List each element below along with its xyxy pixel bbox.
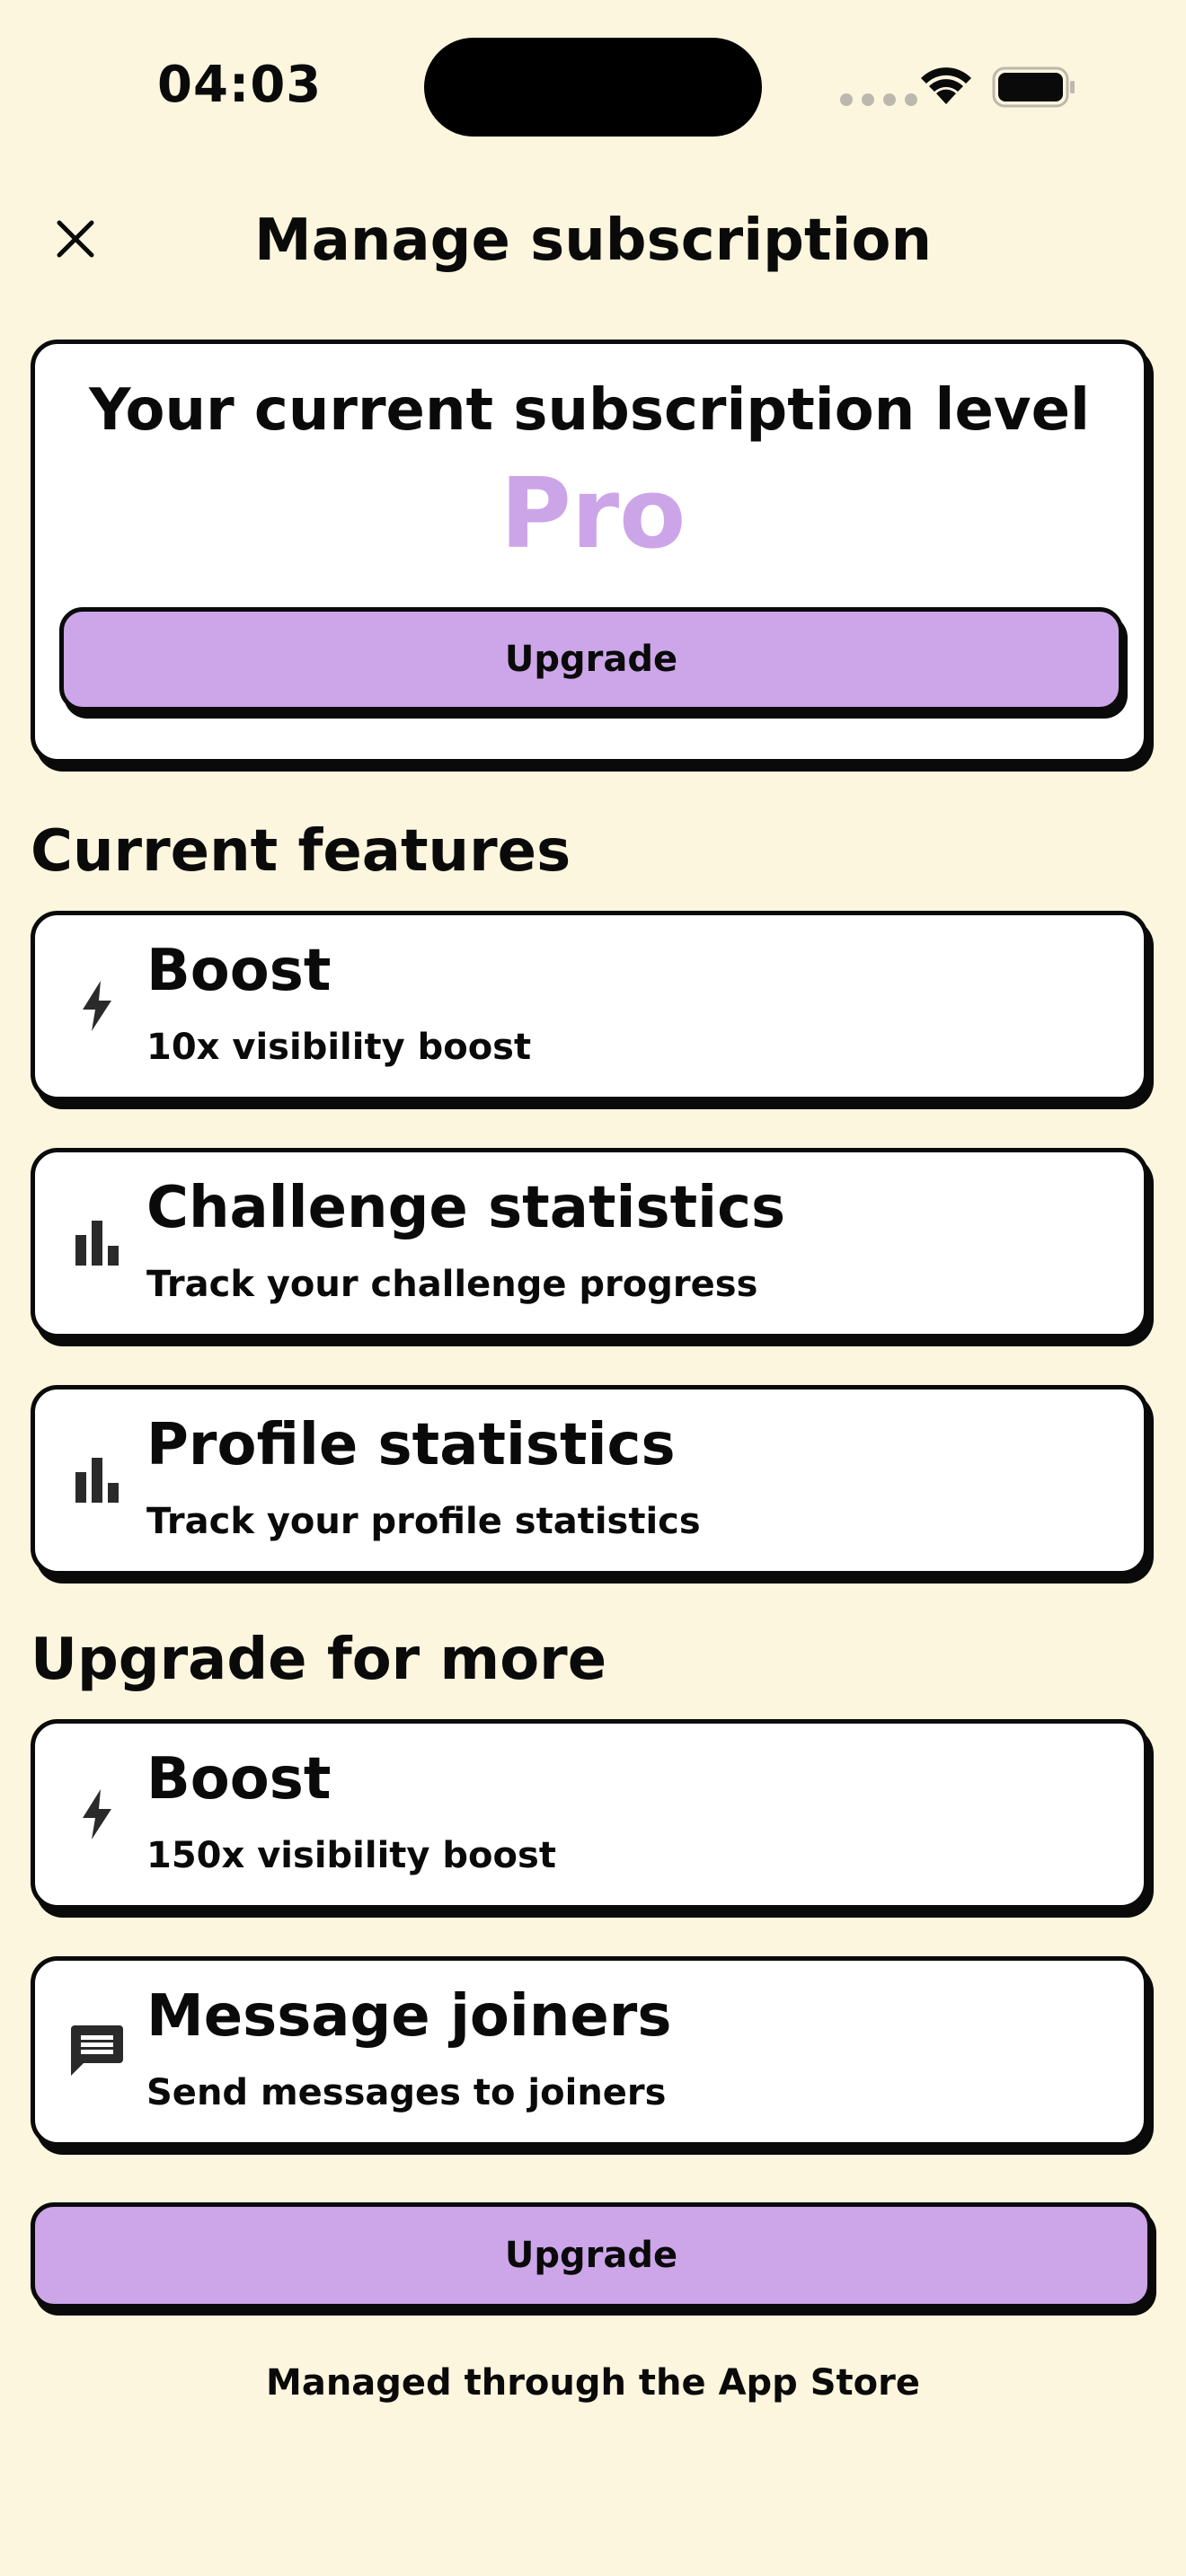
feature-card-challenge-statistics: Challenge statistics Track your challeng… bbox=[31, 1148, 1148, 1338]
feature-title: Message joiners bbox=[146, 1983, 672, 2050]
bar-chart-icon bbox=[67, 1451, 127, 1510]
feature-card-message-joiners: Message joiners Send messages to joiners bbox=[31, 1956, 1148, 2147]
feature-description: Track your challenge progress bbox=[146, 1264, 758, 1305]
subscription-heading: Your current subscription level bbox=[89, 377, 1090, 444]
lightning-icon bbox=[67, 1785, 127, 1844]
dynamic-island bbox=[424, 38, 762, 137]
feature-card-boost-upgrade: Boost 150x visibility boost bbox=[31, 1719, 1148, 1910]
feature-description: Track your profile statistics bbox=[146, 1501, 701, 1542]
feature-description: 150x visibility boost bbox=[146, 1835, 556, 1876]
page-title: Manage subscription bbox=[254, 207, 932, 274]
feature-card-profile-statistics: Profile statistics Track your profile st… bbox=[31, 1385, 1148, 1575]
wifi-icon bbox=[921, 67, 971, 104]
lightning-icon bbox=[67, 976, 127, 1036]
upgrade-button[interactable]: Upgrade bbox=[59, 607, 1123, 711]
current-features-title: Current features bbox=[31, 818, 571, 885]
message-icon bbox=[67, 2022, 127, 2081]
app-store-note: Managed through the App Store bbox=[266, 2362, 920, 2404]
feature-card-boost: Boost 10x visibility boost bbox=[31, 911, 1148, 1101]
cellular-signal-icon bbox=[840, 93, 917, 106]
status-bar-time: 04:03 bbox=[157, 56, 323, 114]
feature-title: Boost bbox=[146, 938, 332, 1004]
subscription-level: Pro bbox=[500, 458, 686, 570]
battery-icon bbox=[992, 66, 1075, 108]
feature-title: Challenge statistics bbox=[146, 1175, 786, 1241]
bar-chart-icon bbox=[67, 1213, 127, 1273]
feature-description: 10x visibility boost bbox=[146, 1027, 532, 1068]
feature-description: Send messages to joiners bbox=[146, 2072, 667, 2113]
upgrade-features-title: Upgrade for more bbox=[31, 1627, 607, 1693]
feature-title: Boost bbox=[146, 1746, 332, 1813]
upgrade-button-bottom[interactable]: Upgrade bbox=[31, 2202, 1152, 2308]
feature-title: Profile statistics bbox=[146, 1412, 676, 1478]
